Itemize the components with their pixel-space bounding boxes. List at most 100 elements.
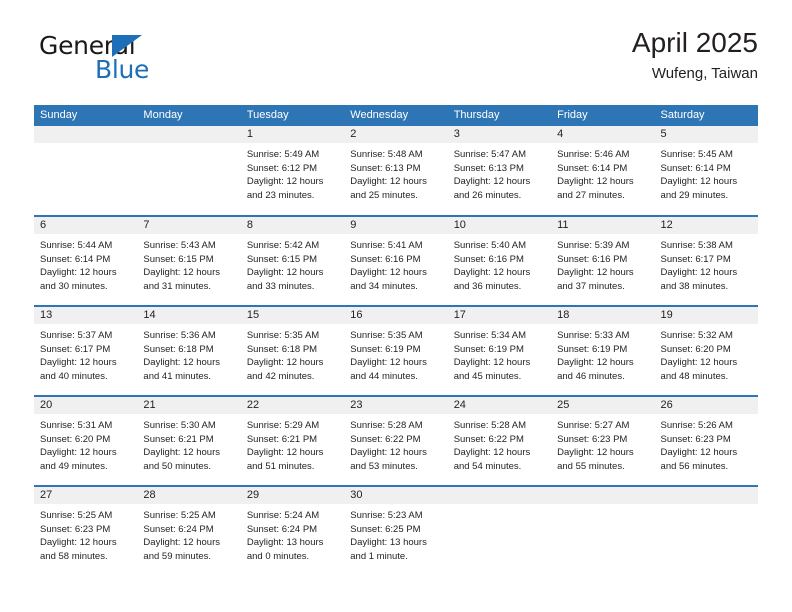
day-number: 13	[34, 307, 138, 324]
sunrise-time: Sunrise: 5:46 AM	[557, 149, 630, 160]
weekday-header-saturday: Saturday	[654, 105, 758, 126]
day-number: 5	[654, 126, 758, 143]
calendar-day-cell[interactable]: 20 Sunrise: 5:31 AM Sunset: 6:20 PM Dayligh…	[34, 395, 138, 486]
calendar-day-cell[interactable]: 16 Sunrise: 5:35 AM Sunset: 6:19 PM Dayligh…	[344, 305, 448, 396]
day-number	[34, 126, 138, 143]
day-number: 12	[654, 217, 758, 234]
day-details: Sunrise: 5:25 AM Sunset: 6:23 PM Daylight:…	[34, 504, 137, 563]
daylight-duration-line1: Daylight: 12 hours	[557, 447, 634, 459]
sunset-time: Sunset: 6:25 PM	[350, 523, 421, 535]
sunrise-time: Sunrise: 5:39 AM	[557, 240, 630, 251]
sunset-time: Sunset: 6:23 PM	[557, 433, 628, 445]
day-details: Sunrise: 5:48 AM Sunset: 6:13 PM Daylight:…	[344, 143, 447, 202]
day-number: 28	[137, 487, 241, 504]
sunrise-time: Sunrise: 5:43 AM	[143, 240, 216, 251]
sunset-time: Sunset: 6:13 PM	[453, 162, 524, 174]
calendar-day-cell[interactable]: 14 Sunrise: 5:36 AM Sunset: 6:18 PM Dayligh…	[137, 305, 241, 396]
day-details: Sunrise: 5:28 AM Sunset: 6:22 PM Daylight:…	[344, 414, 447, 473]
daylight-duration-line1: Daylight: 12 hours	[143, 267, 220, 279]
calendar-day-cell[interactable]: 22 Sunrise: 5:29 AM Sunset: 6:21 PM Dayligh…	[240, 395, 345, 486]
daylight-duration-line1: Daylight: 12 hours	[143, 447, 220, 459]
sunrise-time: Sunrise: 5:24 AM	[246, 510, 320, 521]
day-number: 24	[447, 397, 552, 414]
daylight-duration-line1: Daylight: 12 hours	[453, 176, 531, 188]
calendar-day-cell[interactable]: 25 Sunrise: 5:27 AM Sunset: 6:23 PM Dayligh…	[551, 395, 655, 486]
sunrise-time: Sunrise: 5:28 AM	[453, 420, 527, 431]
calendar-day-cell[interactable]: 11 Sunrise: 5:39 AM Sunset: 6:16 PM Dayligh…	[551, 215, 655, 306]
sunset-time: Sunset: 6:17 PM	[40, 343, 111, 355]
daylight-duration-line1: Daylight: 12 hours	[350, 176, 427, 188]
title-block: April 2025 Wufeng, Taiwan	[632, 26, 758, 84]
calendar-grid: Sunday Monday Tuesday Wednesday Thursday…	[34, 105, 758, 576]
calendar-day-cell[interactable]: 5 Sunrise: 5:45 AM Sunset: 6:14 PM Daylight…	[654, 126, 758, 216]
calendar-day-cell[interactable]: 24 Sunrise: 5:28 AM Sunset: 6:22 PM Dayligh…	[447, 395, 552, 486]
day-number: 27	[34, 487, 138, 504]
calendar-day-cell[interactable]: 15 Sunrise: 5:35 AM Sunset: 6:18 PM Dayligh…	[240, 305, 345, 396]
sunrise-time: Sunrise: 5:35 AM	[246, 330, 320, 341]
sunrise-time: Sunrise: 5:27 AM	[557, 420, 630, 431]
daylight-duration-line2: and 49 minutes.	[40, 460, 108, 472]
day-number: 29	[240, 487, 345, 504]
daylight-duration-line2: and 1 minute.	[350, 550, 408, 562]
calendar-day-cell[interactable]: 8 Sunrise: 5:42 AM Sunset: 6:15 PM Daylight…	[240, 215, 345, 306]
day-number	[551, 487, 655, 504]
calendar-empty-cell	[137, 126, 241, 216]
calendar-day-cell[interactable]: 7 Sunrise: 5:43 AM Sunset: 6:15 PM Daylight…	[137, 215, 241, 306]
sunset-time: Sunset: 6:23 PM	[40, 523, 111, 535]
day-details: Sunrise: 5:27 AM Sunset: 6:23 PM Daylight:…	[551, 414, 654, 473]
daylight-duration-line2: and 53 minutes.	[350, 460, 418, 472]
calendar-day-cell[interactable]: 28 Sunrise: 5:25 AM Sunset: 6:24 PM Dayligh…	[137, 485, 241, 576]
daylight-duration-line2: and 26 minutes.	[453, 189, 522, 201]
weekday-header-wednesday: Wednesday	[344, 105, 448, 126]
day-details: Sunrise: 5:38 AM Sunset: 6:17 PM Daylight:…	[655, 234, 758, 293]
calendar-day-cell[interactable]: 27 Sunrise: 5:25 AM Sunset: 6:23 PM Dayligh…	[34, 485, 138, 576]
day-number: 14	[137, 307, 241, 324]
calendar-day-cell[interactable]: 21 Sunrise: 5:30 AM Sunset: 6:21 PM Dayligh…	[137, 395, 241, 486]
day-number: 25	[551, 397, 655, 414]
calendar-day-cell[interactable]: 9 Sunrise: 5:41 AM Sunset: 6:16 PM Daylight…	[344, 215, 448, 306]
daylight-duration-line1: Daylight: 12 hours	[660, 357, 738, 369]
calendar-day-cell[interactable]: 23 Sunrise: 5:28 AM Sunset: 6:22 PM Dayligh…	[344, 395, 448, 486]
calendar-empty-cell	[551, 485, 655, 576]
calendar-day-cell[interactable]: 29 Sunrise: 5:24 AM Sunset: 6:24 PM Dayligh…	[240, 485, 345, 576]
daylight-duration-line2: and 55 minutes.	[557, 460, 625, 472]
daylight-duration-line2: and 44 minutes.	[350, 370, 418, 382]
sunset-time: Sunset: 6:22 PM	[453, 433, 524, 445]
daylight-duration-line1: Daylight: 12 hours	[40, 267, 117, 279]
weekday-header-sunday: Sunday	[34, 105, 138, 126]
daylight-duration-line2: and 51 minutes.	[246, 460, 315, 472]
calendar-day-cell[interactable]: 12 Sunrise: 5:38 AM Sunset: 6:17 PM Dayligh…	[654, 215, 758, 306]
daylight-duration-line2: and 45 minutes.	[453, 370, 522, 382]
calendar-day-cell[interactable]: 26 Sunrise: 5:26 AM Sunset: 6:23 PM Dayligh…	[654, 395, 758, 486]
calendar-day-cell[interactable]: 2 Sunrise: 5:48 AM Sunset: 6:13 PM Daylight…	[344, 126, 448, 216]
weekday-header-monday: Monday	[137, 105, 241, 126]
calendar-day-cell[interactable]: 6 Sunrise: 5:44 AM Sunset: 6:14 PM Daylight…	[34, 215, 138, 306]
day-details: Sunrise: 5:26 AM Sunset: 6:23 PM Daylight:…	[655, 414, 758, 473]
daylight-duration-line1: Daylight: 12 hours	[350, 447, 427, 459]
calendar-day-cell[interactable]: 10 Sunrise: 5:40 AM Sunset: 6:16 PM Dayligh…	[447, 215, 552, 306]
location-subtitle: Wufeng, Taiwan	[651, 65, 758, 82]
daylight-duration-line1: Daylight: 12 hours	[143, 537, 220, 549]
day-number: 8	[240, 217, 345, 234]
day-number: 18	[551, 307, 655, 324]
calendar-day-cell[interactable]: 1 Sunrise: 5:49 AM Sunset: 6:12 PM Daylight…	[240, 126, 345, 216]
daylight-duration-line2: and 58 minutes.	[40, 550, 108, 562]
calendar-day-cell[interactable]: 19 Sunrise: 5:32 AM Sunset: 6:20 PM Dayligh…	[654, 305, 758, 396]
calendar-day-cell[interactable]: 3 Sunrise: 5:47 AM Sunset: 6:13 PM Daylight…	[447, 126, 552, 216]
calendar-day-cell[interactable]: 30 Sunrise: 5:23 AM Sunset: 6:25 PM Dayligh…	[344, 485, 448, 576]
daylight-duration-line2: and 33 minutes.	[246, 280, 315, 292]
calendar-day-cell[interactable]: 17 Sunrise: 5:34 AM Sunset: 6:19 PM Dayligh…	[447, 305, 552, 396]
sunset-time: Sunset: 6:14 PM	[557, 162, 628, 174]
daylight-duration-line2: and 48 minutes.	[660, 370, 729, 382]
sunset-time: Sunset: 6:17 PM	[660, 253, 731, 265]
calendar-week-row: 6 Sunrise: 5:44 AM Sunset: 6:14 PM Daylight…	[34, 215, 758, 306]
daylight-duration-line1: Daylight: 12 hours	[660, 267, 738, 279]
sunset-time: Sunset: 6:13 PM	[350, 162, 421, 174]
day-details: Sunrise: 5:35 AM Sunset: 6:19 PM Daylight:…	[344, 324, 447, 383]
calendar-day-cell[interactable]: 18 Sunrise: 5:33 AM Sunset: 6:19 PM Dayligh…	[551, 305, 655, 396]
daylight-duration-line2: and 25 minutes.	[350, 189, 418, 201]
calendar-day-cell[interactable]: 13 Sunrise: 5:37 AM Sunset: 6:17 PM Dayligh…	[34, 305, 138, 396]
calendar-day-cell[interactable]: 4 Sunrise: 5:46 AM Sunset: 6:14 PM Daylight…	[551, 126, 655, 216]
daylight-duration-line2: and 34 minutes.	[350, 280, 418, 292]
daylight-duration-line1: Daylight: 13 hours	[350, 537, 427, 549]
